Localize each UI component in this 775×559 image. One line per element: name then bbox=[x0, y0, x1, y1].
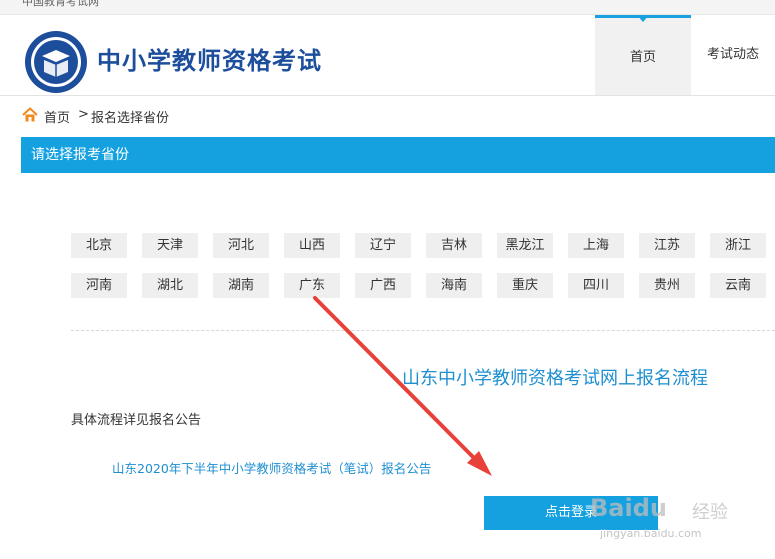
province-button[interactable]: 广西 bbox=[355, 273, 411, 298]
province-button[interactable]: 江苏 bbox=[639, 233, 695, 258]
province-button[interactable]: 浙江 bbox=[710, 233, 766, 258]
nav-exam-news-label: 考试动态 bbox=[706, 47, 759, 62]
province-button[interactable]: 重庆 bbox=[497, 273, 553, 298]
province-button[interactable]: 北京 bbox=[71, 233, 127, 258]
province-button[interactable]: 河南 bbox=[71, 273, 127, 298]
active-caret-icon bbox=[637, 15, 649, 22]
province-button[interactable]: 山西 bbox=[284, 233, 340, 258]
breadcrumb-home-link[interactable]: 首页 bbox=[44, 107, 70, 126]
process-title: 山东中小学教师资格考试网上报名流程 bbox=[402, 368, 708, 389]
province-button[interactable]: 黑龙江 bbox=[497, 233, 553, 258]
province-grid: 北京 天津 河北 山西 辽宁 吉林 黑龙江 上海 江苏 浙江 河南 湖北 湖南 … bbox=[71, 233, 775, 303]
section-title: 请选择报考省份 bbox=[31, 147, 129, 163]
dashed-divider bbox=[71, 330, 775, 331]
province-button[interactable]: 云南 bbox=[710, 273, 766, 298]
section-title-bar: 请选择报考省份 bbox=[21, 137, 775, 173]
province-button[interactable]: 河北 bbox=[213, 233, 269, 258]
province-button[interactable]: 天津 bbox=[142, 233, 198, 258]
province-button[interactable]: 辽宁 bbox=[355, 233, 411, 258]
nav-home[interactable]: 首页 bbox=[595, 15, 691, 95]
login-button[interactable]: 点击登录 bbox=[484, 496, 658, 530]
detail-note: 具体流程详见报名公告 bbox=[71, 413, 202, 428]
province-button[interactable]: 贵州 bbox=[639, 273, 695, 298]
top-strip-text: 中国教育考试网 bbox=[22, 0, 99, 8]
province-button[interactable]: 湖南 bbox=[213, 273, 269, 298]
province-button[interactable]: 吉林 bbox=[426, 233, 482, 258]
site-title: 中小学教师资格考试 bbox=[97, 47, 322, 75]
nav-home-label: 首页 bbox=[629, 50, 656, 65]
nav-exam-news[interactable]: 考试动态 bbox=[691, 15, 775, 95]
province-button[interactable]: 广东 bbox=[284, 273, 340, 298]
province-button[interactable]: 四川 bbox=[568, 273, 624, 298]
breadcrumb-current: 报名选择省份 bbox=[91, 111, 170, 126]
site-header: 中小学教师资格考试 首页 考试动态 bbox=[0, 15, 775, 96]
home-icon bbox=[22, 107, 38, 122]
watermark-brand-cn: 经验 bbox=[692, 502, 728, 523]
breadcrumb-separator: > bbox=[78, 107, 89, 122]
logo-seal-icon bbox=[25, 31, 87, 93]
province-button[interactable]: 上海 bbox=[568, 233, 624, 258]
top-strip: 中国教育考试网 bbox=[0, 0, 775, 15]
province-button[interactable]: 湖北 bbox=[142, 273, 198, 298]
province-button[interactable]: 海南 bbox=[426, 273, 482, 298]
registration-notice-link[interactable]: 山东2020年下半年中小学教师资格考试（笔试）报名公告 bbox=[112, 458, 431, 477]
